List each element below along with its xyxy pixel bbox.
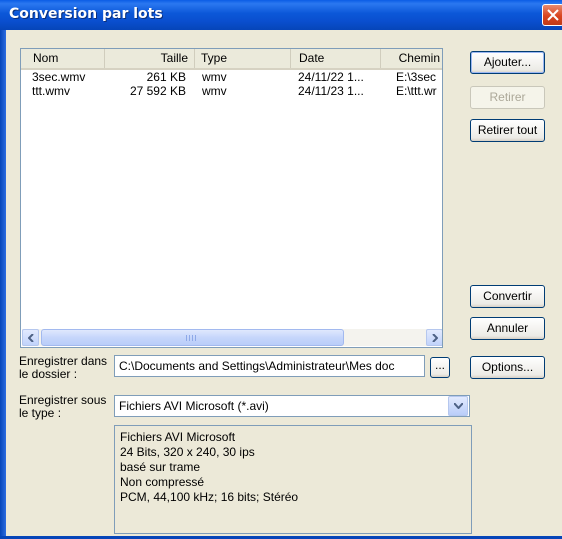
format-info-line: basé sur trame <box>120 460 201 474</box>
save-folder-label: Enregistrer dans le dossier : <box>19 355 107 381</box>
file-size-cell: 261 KB <box>146 70 186 84</box>
browse-button[interactable]: ... <box>430 357 450 378</box>
scroll-thumb-grip <box>186 335 196 341</box>
options-button[interactable]: Options... <box>470 356 545 379</box>
format-info-line: Fichiers AVI Microsoft <box>120 430 236 444</box>
convert-button[interactable]: Convertir <box>470 285 545 308</box>
remove-button[interactable]: Retirer <box>470 86 545 109</box>
file-name-cell: 3sec.wmv <box>32 70 86 84</box>
chevron-right-icon <box>432 334 438 342</box>
scroll-thumb[interactable] <box>41 329 344 346</box>
remove-all-button[interactable]: Retirer tout <box>470 119 545 142</box>
batch-conversion-dialog: Conversion par lots Nom Taille Type Date… <box>0 0 562 539</box>
close-icon <box>547 9 559 21</box>
column-header-size[interactable]: Taille <box>105 49 195 68</box>
column-header-path[interactable]: Chemin <box>381 49 442 68</box>
file-list-header: Nom Taille Type Date Chemin <box>21 49 442 70</box>
scroll-right-button[interactable] <box>426 329 442 346</box>
save-folder-input[interactable]: C:\Documents and Settings\Administrateur… <box>114 355 425 377</box>
format-info-line: PCM, 44,100 kHz; 16 bits; Stéréo <box>120 490 299 504</box>
title-bar[interactable]: Conversion par lots <box>0 0 562 30</box>
column-header-name[interactable]: Nom <box>21 49 105 68</box>
file-row[interactable]: ttt.wmv 27 592 KB wmv 24/11/23 1... E:\t… <box>21 84 442 98</box>
save-type-select[interactable]: Fichiers AVI Microsoft (*.avi) <box>114 395 470 417</box>
save-type-label-line2: le type : <box>19 406 62 420</box>
cancel-button[interactable]: Annuler <box>470 317 545 340</box>
close-button[interactable] <box>542 4 562 26</box>
file-name-cell: ttt.wmv <box>32 84 70 98</box>
column-header-date[interactable]: Date <box>291 49 381 68</box>
save-type-dropdown-button[interactable] <box>448 396 468 416</box>
file-date-cell: 24/11/23 1... <box>298 84 364 98</box>
save-type-label: Enregistrer sous le type : <box>19 394 106 420</box>
file-row[interactable]: 3sec.wmv 261 KB wmv 24/11/22 1... E:\3se… <box>21 70 442 84</box>
save-folder-label-line2: le dossier : <box>19 367 78 381</box>
file-list[interactable]: Nom Taille Type Date Chemin 3sec.wmv 261… <box>20 48 443 348</box>
file-path-cell: E:\3sec <box>396 70 437 84</box>
scroll-left-button[interactable] <box>22 329 39 346</box>
file-type-cell: wmv <box>202 70 227 84</box>
file-date-cell: 24/11/22 1... <box>298 70 364 84</box>
horizontal-scrollbar[interactable] <box>22 329 442 346</box>
file-path-cell: E:\ttt.wr <box>396 84 437 98</box>
file-size-cell: 27 592 KB <box>129 84 186 98</box>
window-left-border <box>0 30 6 539</box>
format-info-line: 24 Bits, 320 x 240, 30 ips <box>120 445 255 459</box>
add-button[interactable]: Ajouter... <box>470 51 545 74</box>
window-title: Conversion par lots <box>9 6 163 22</box>
format-info-line: Non compressé <box>120 475 205 489</box>
format-info-box: Fichiers AVI Microsoft 24 Bits, 320 x 24… <box>114 425 472 534</box>
chevron-down-icon <box>454 403 463 409</box>
column-header-type[interactable]: Type <box>195 49 291 68</box>
chevron-left-icon <box>28 334 34 342</box>
file-type-cell: wmv <box>202 84 227 98</box>
